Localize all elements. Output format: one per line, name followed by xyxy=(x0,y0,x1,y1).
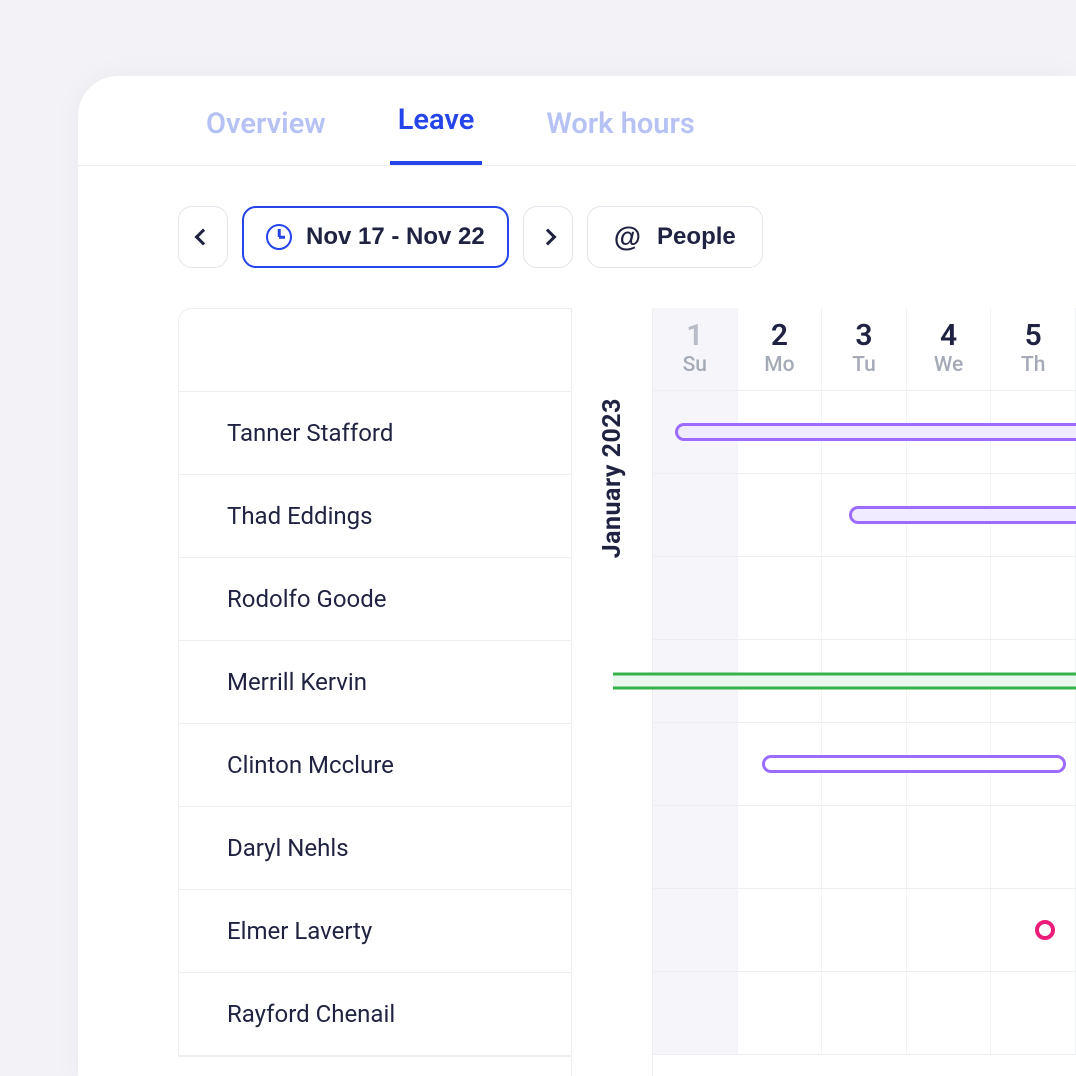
people-filter-button[interactable]: @ People xyxy=(587,206,763,268)
person-row[interactable]: Clinton Mcclure xyxy=(179,724,571,807)
tab-overview[interactable]: Overview xyxy=(198,107,334,165)
calendar-row xyxy=(653,474,1076,557)
tab-leave[interactable]: Leave xyxy=(390,103,483,165)
people-label: People xyxy=(657,223,736,251)
tabs: Overview Leave Work hours xyxy=(78,76,1076,166)
month-column: January 2023 xyxy=(571,308,653,1076)
calendar-cell[interactable] xyxy=(653,723,738,805)
month-label: January 2023 xyxy=(598,398,627,558)
calendar-cell[interactable] xyxy=(738,557,823,639)
leave-calendar-card: Overview Leave Work hours Nov 17 - Nov 22 … xyxy=(78,76,1076,1076)
calendar-cell[interactable] xyxy=(822,557,907,639)
days-body xyxy=(653,391,1076,1055)
person-row[interactable]: Rayford Chenail xyxy=(179,973,571,1056)
day-number: 3 xyxy=(822,318,906,353)
calendar-row xyxy=(653,889,1076,972)
day-abbr: Tu xyxy=(822,353,906,377)
calendar-cell[interactable] xyxy=(907,806,992,888)
calendar-cell[interactable] xyxy=(991,557,1076,639)
clock-icon xyxy=(266,224,292,250)
calendar-cell[interactable] xyxy=(738,889,823,971)
calendar-row xyxy=(653,557,1076,640)
day-number: 2 xyxy=(738,318,822,353)
person-row[interactable]: Thad Eddings xyxy=(179,475,571,558)
day-header: 2Mo xyxy=(738,308,823,390)
day-abbr: We xyxy=(907,353,991,377)
day-abbr: Su xyxy=(653,353,737,377)
person-row[interactable]: Elmer Laverty xyxy=(179,890,571,973)
calendar-cell[interactable] xyxy=(738,474,823,556)
day-header: 4We xyxy=(907,308,992,390)
calendar-cell[interactable] xyxy=(738,806,823,888)
calendar-cell[interactable] xyxy=(907,972,992,1054)
toolbar: Nov 17 - Nov 22 @ People xyxy=(78,166,1076,308)
day-header: 1Su xyxy=(653,308,738,390)
people-header xyxy=(179,309,571,392)
calendar-row xyxy=(653,723,1076,806)
prev-week-button[interactable] xyxy=(178,206,228,268)
person-row[interactable]: Rodolfo Goode xyxy=(179,558,571,641)
calendar-cell[interactable] xyxy=(653,889,738,971)
leave-bar[interactable] xyxy=(849,506,1076,524)
calendar-row xyxy=(653,640,1076,723)
next-week-button[interactable] xyxy=(523,206,573,268)
chevron-left-icon xyxy=(195,229,212,246)
days-header: 1Su2Mo3Tu4We5Th xyxy=(653,308,1076,391)
leave-bar[interactable] xyxy=(613,673,1076,690)
at-icon: @ xyxy=(614,221,641,253)
day-header: 3Tu xyxy=(822,308,907,390)
day-header: 5Th xyxy=(991,308,1076,390)
day-abbr: Th xyxy=(991,353,1075,377)
person-row[interactable]: Merrill Kervin xyxy=(179,641,571,724)
calendar-cell[interactable] xyxy=(653,806,738,888)
calendar-cell[interactable] xyxy=(907,889,992,971)
days-area: 1Su2Mo3Tu4We5Th xyxy=(653,308,1076,1055)
calendar-row xyxy=(653,806,1076,889)
calendar-cell[interactable] xyxy=(653,972,738,1054)
calendar-cell[interactable] xyxy=(653,557,738,639)
people-column: Tanner StaffordThad EddingsRodolfo Goode… xyxy=(178,308,571,1057)
calendar-cell[interactable] xyxy=(738,972,823,1054)
date-range-button[interactable]: Nov 17 - Nov 22 xyxy=(242,206,509,268)
day-abbr: Mo xyxy=(738,353,822,377)
leave-bar[interactable] xyxy=(675,423,1076,441)
person-row[interactable]: Daryl Nehls xyxy=(179,807,571,890)
chevron-right-icon xyxy=(539,229,556,246)
calendar-cell[interactable] xyxy=(653,474,738,556)
calendar-cell[interactable] xyxy=(991,972,1076,1054)
calendar-row xyxy=(653,391,1076,474)
day-number: 4 xyxy=(907,318,991,353)
calendar-cell[interactable] xyxy=(822,972,907,1054)
calendar-cell[interactable] xyxy=(907,557,992,639)
calendar-cell[interactable] xyxy=(822,889,907,971)
date-range-label: Nov 17 - Nov 22 xyxy=(306,223,485,251)
calendar-cell[interactable] xyxy=(991,806,1076,888)
leave-dot[interactable] xyxy=(1035,920,1055,940)
calendar-cell[interactable] xyxy=(822,806,907,888)
day-number: 1 xyxy=(653,318,737,353)
day-number: 5 xyxy=(991,318,1075,353)
leave-bar[interactable] xyxy=(762,755,1066,773)
tab-work-hours[interactable]: Work hours xyxy=(538,107,703,165)
person-row[interactable]: Tanner Stafford xyxy=(179,392,571,475)
calendar-row xyxy=(653,972,1076,1055)
